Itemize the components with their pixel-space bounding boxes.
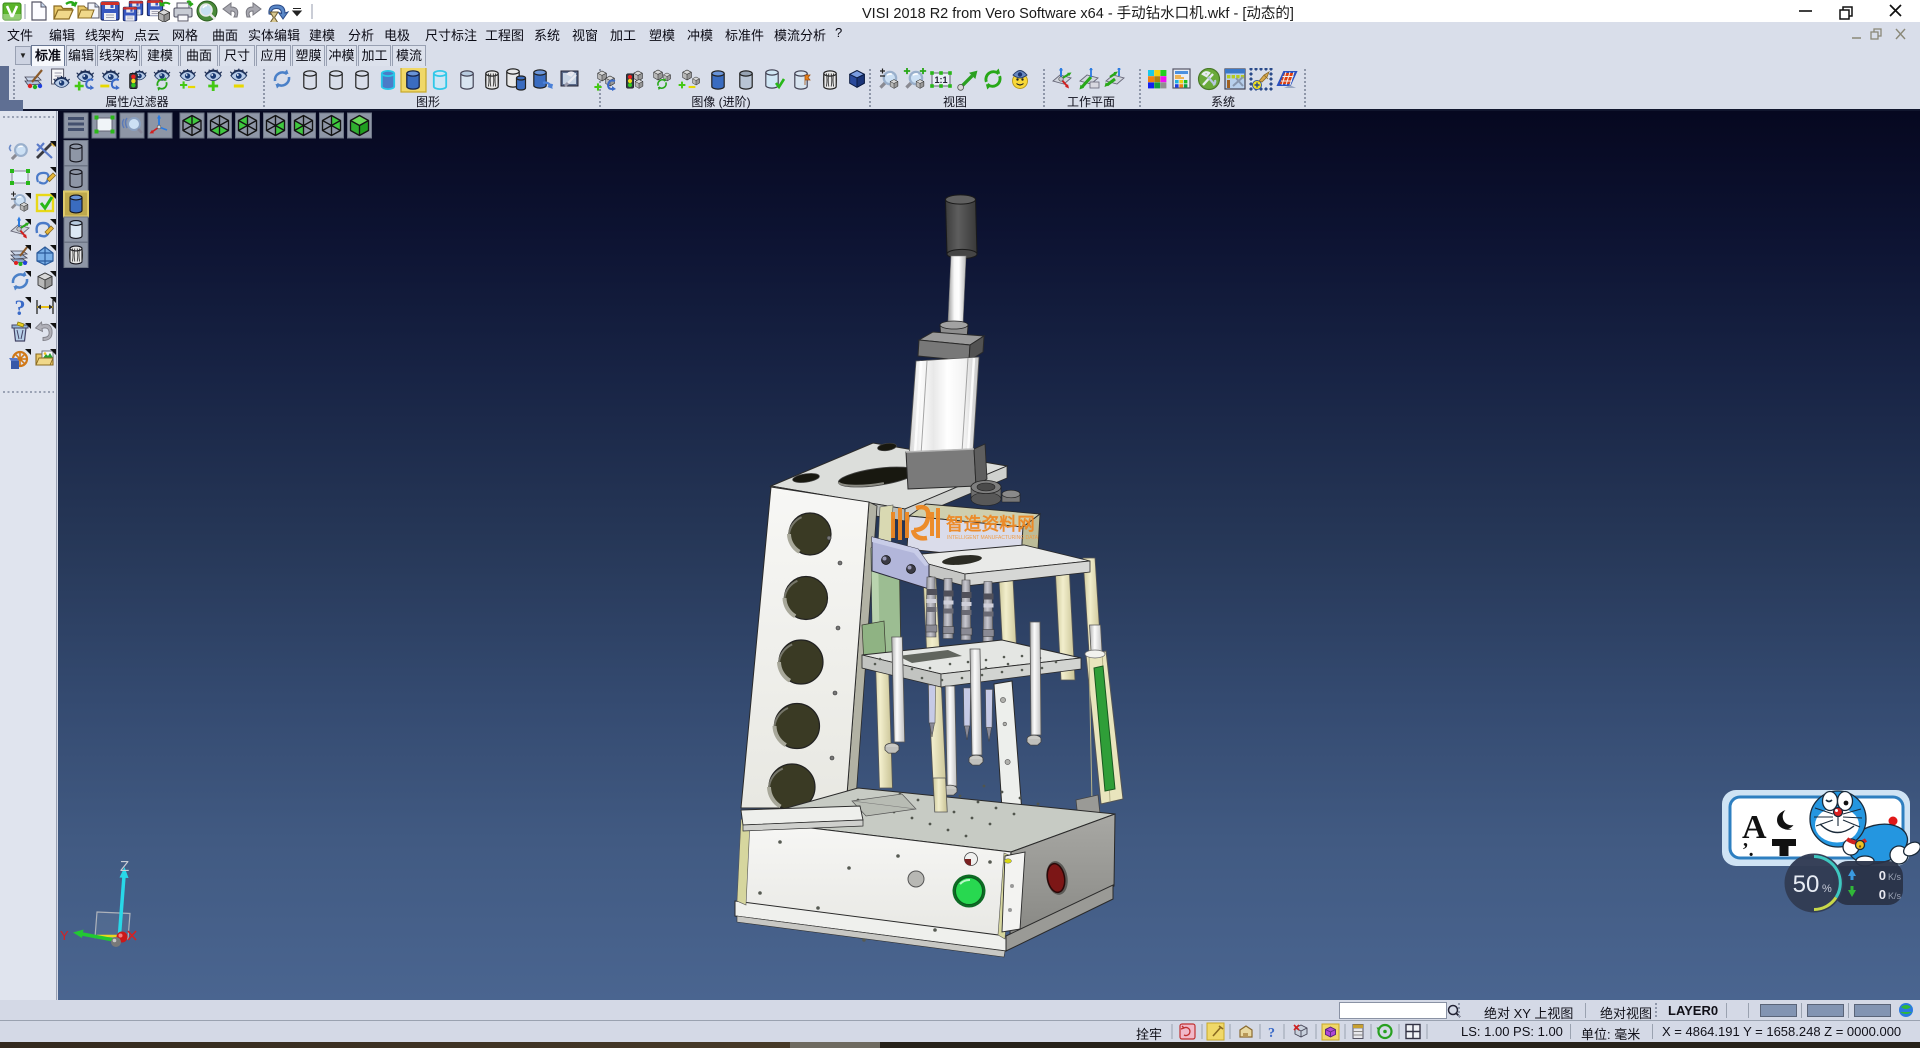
- svg-text:智造资料网: 智造资料网: [946, 514, 1035, 534]
- svg-text:K/s: K/s: [1888, 872, 1902, 882]
- svg-text:INTELLIGENT MANUFACTURING DATA: INTELLIGENT MANUFACTURING DATA: [947, 535, 1039, 541]
- svg-text:0: 0: [1879, 887, 1886, 902]
- svg-text:?: ?: [15, 295, 26, 320]
- svg-text:0: 0: [1879, 868, 1886, 883]
- svg-text:1:1: 1:1: [934, 75, 947, 85]
- svg-text:%: %: [1822, 883, 1832, 895]
- svg-text:K/s: K/s: [1888, 891, 1902, 901]
- svg-text:Y: Y: [60, 928, 69, 943]
- svg-text:’.: ’.: [1742, 839, 1754, 861]
- svg-text:Z: Z: [120, 858, 129, 875]
- svg-text:50: 50: [1793, 871, 1820, 898]
- svg-text:?: ?: [1268, 1026, 1275, 1041]
